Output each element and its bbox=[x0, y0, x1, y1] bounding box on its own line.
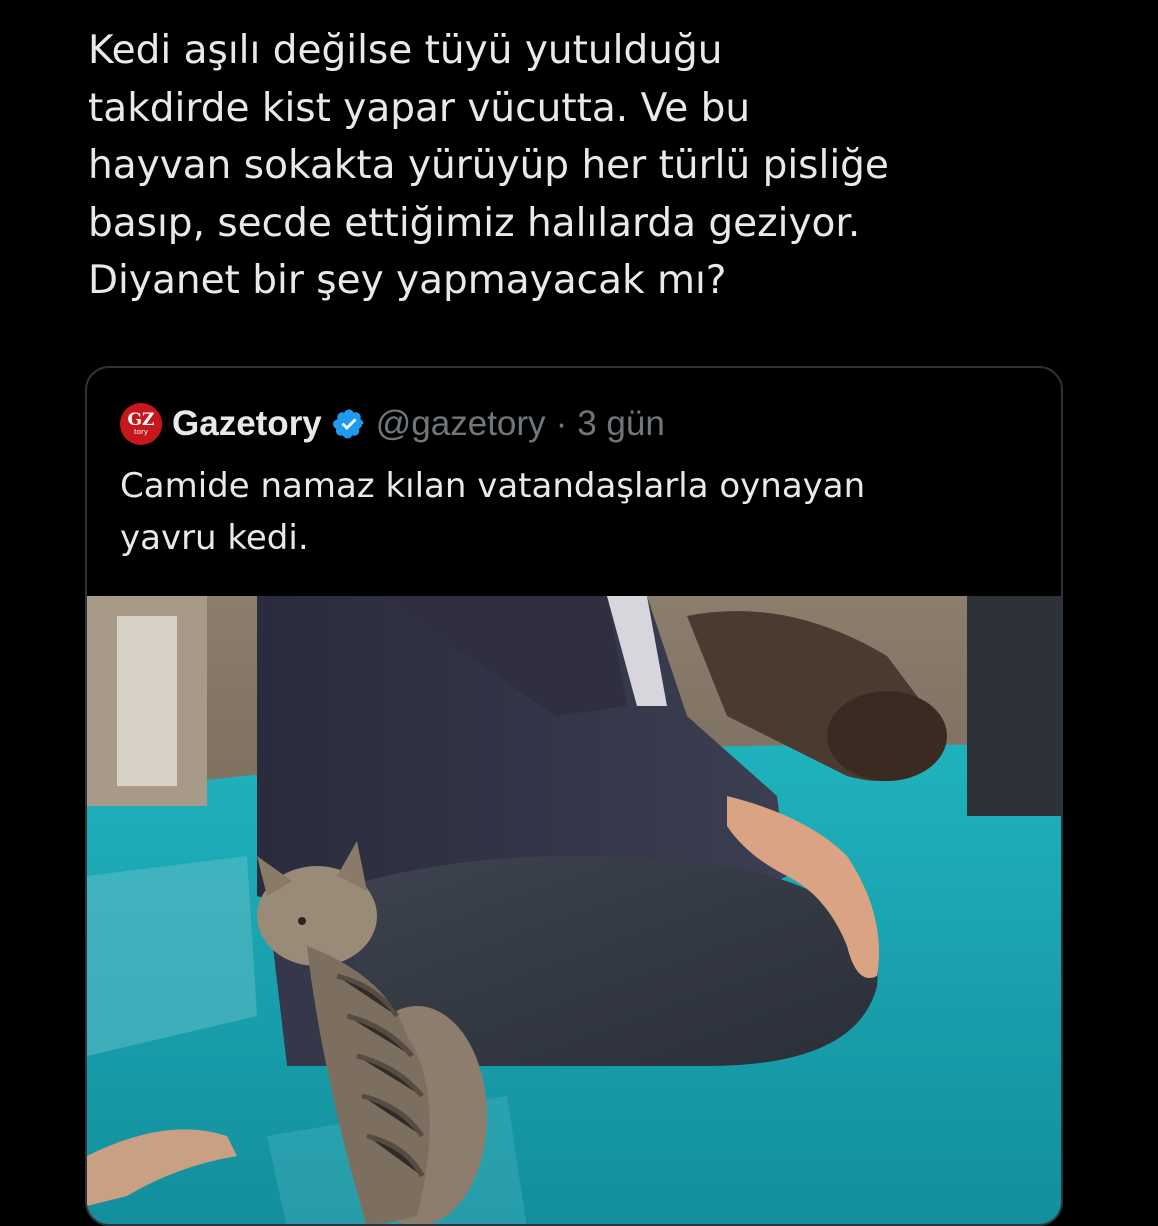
background-person bbox=[967, 596, 1061, 816]
quoted-tweet-text: Camide namaz kılan vatandaşlarla oynayan… bbox=[120, 460, 1040, 564]
author-name[interactable]: Gazetory bbox=[172, 404, 322, 444]
avatar-logo-subtext: tory bbox=[133, 428, 149, 436]
tweet-text-line: hayvan sokakta yürüyüp her türlü pisliğe bbox=[88, 143, 889, 188]
quoted-tweet-text-line: Camide namaz kılan vatandaşlarla oynayan bbox=[120, 466, 866, 506]
quoted-tweet-text-line: yavru kedi. bbox=[120, 518, 309, 558]
quoted-tweet-card[interactable]: GZ tory Gazetory @gazetory · 3 gün Camid… bbox=[85, 366, 1063, 1226]
tweet-text-line: Diyanet bir şey yapmayacak mı? bbox=[88, 258, 727, 303]
separator-dot: · bbox=[555, 404, 568, 443]
avatar[interactable]: GZ tory bbox=[120, 403, 162, 445]
timestamp[interactable]: 3 gün bbox=[577, 404, 665, 444]
tweet-text-line: basıp, secde ettiğimiz halılarda geziyor… bbox=[88, 200, 861, 246]
tweet-text-line: takdirde kist yapar vücutta. Ve bu bbox=[88, 85, 751, 131]
author-handle[interactable]: @gazetory bbox=[376, 404, 546, 444]
tweet-text-line: Kedi aşılı değilse tüyü yutulduğu bbox=[88, 28, 723, 73]
media-image bbox=[87, 596, 1061, 1224]
tweet-text: Kedi aşılı değilse tüyü yutulduğu takdir… bbox=[88, 22, 1128, 310]
verified-badge-icon bbox=[332, 409, 364, 439]
avatar-logo-text: GZ bbox=[127, 410, 155, 430]
quoted-tweet-header: GZ tory Gazetory @gazetory · 3 gün bbox=[120, 402, 665, 446]
quoted-tweet-media[interactable] bbox=[87, 596, 1061, 1224]
